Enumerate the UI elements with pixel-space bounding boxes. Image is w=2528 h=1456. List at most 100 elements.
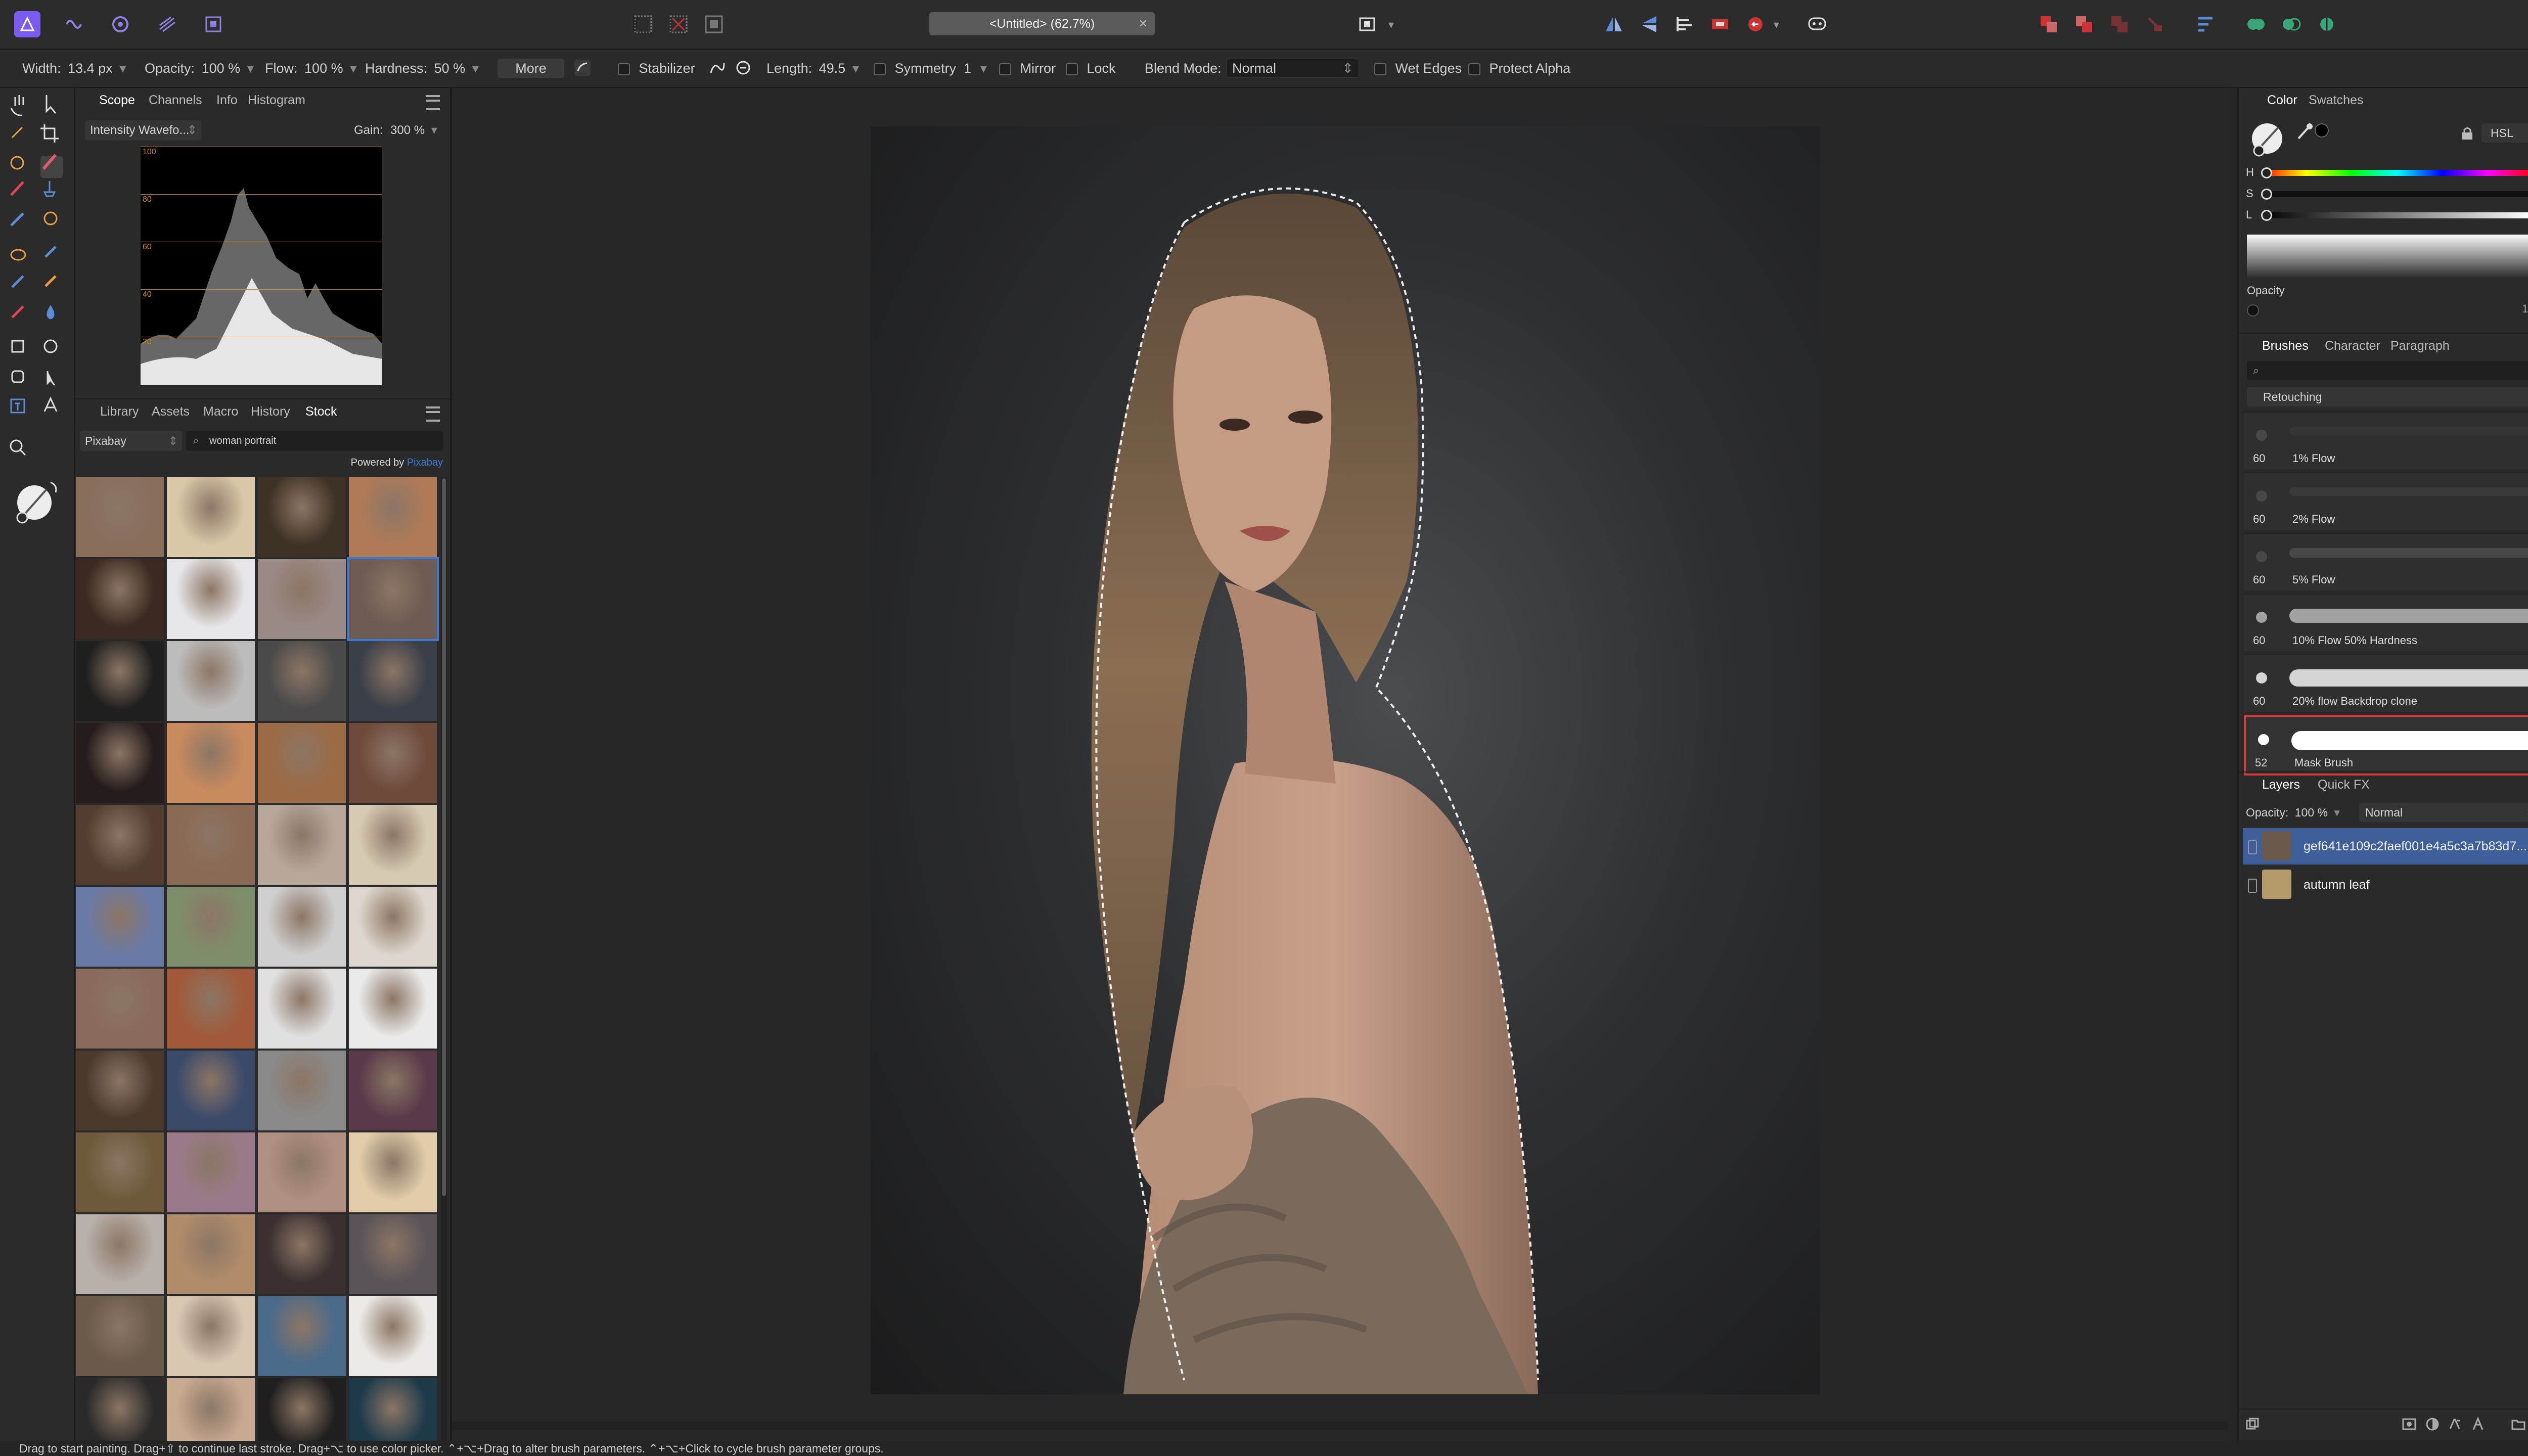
- layer-opacity-field[interactable]: 100 %: [2295, 806, 2328, 819]
- pixabay-link[interactable]: Pixabay: [407, 457, 443, 468]
- wet-edges-checkbox[interactable]: [1374, 63, 1386, 75]
- tab-info[interactable]: Info: [216, 93, 238, 108]
- symmetry-checkbox[interactable]: [874, 63, 886, 75]
- boolean-add-icon[interactable]: [2243, 11, 2269, 37]
- artistic-text-tool-icon[interactable]: [40, 398, 63, 421]
- tab-library[interactable]: Library: [100, 404, 139, 419]
- layer-expand-icon[interactable]: [2248, 840, 2257, 854]
- flow-field[interactable]: 100 %: [304, 61, 343, 76]
- clone-brush-tool-icon[interactable]: [40, 186, 63, 208]
- smudge-brush-tool-icon[interactable]: [40, 247, 63, 269]
- stock-thumbnail[interactable]: [258, 1214, 346, 1294]
- tab-history[interactable]: History: [251, 404, 290, 419]
- flip-vertical-icon[interactable]: [1636, 11, 1662, 37]
- stock-thumbnail[interactable]: [258, 641, 346, 721]
- color-model-select[interactable]: HSL ⇕: [2481, 123, 2528, 143]
- stock-thumbnail[interactable]: [167, 1378, 255, 1441]
- layer-blend-mode-select[interactable]: Normal ⇕: [2359, 803, 2528, 822]
- document-canvas[interactable]: [871, 126, 1820, 1394]
- chevron-down-icon[interactable]: ▾: [1388, 18, 1394, 31]
- panel-menu-icon[interactable]: [426, 95, 440, 110]
- stock-thumbnail[interactable]: [76, 1214, 164, 1294]
- blur-brush-tool-icon[interactable]: [9, 277, 31, 299]
- stock-thumbnail[interactable]: [76, 887, 164, 967]
- chevron-down-icon[interactable]: ▾: [119, 61, 126, 76]
- tab-histogram[interactable]: Histogram: [248, 93, 305, 108]
- brush-search-input[interactable]: ⌕: [2247, 361, 2528, 380]
- stock-thumbnail[interactable]: [349, 805, 437, 885]
- close-document-icon[interactable]: ✕: [1139, 12, 1148, 35]
- stock-thumbnail[interactable]: [76, 805, 164, 885]
- zoom-tool-icon[interactable]: [9, 435, 31, 457]
- quick-mask-icon[interactable]: [1354, 11, 1380, 37]
- stock-thumbnail[interactable]: [76, 1378, 164, 1441]
- tab-paragraph[interactable]: Paragraph: [2390, 339, 2450, 353]
- move-tool-icon[interactable]: [40, 95, 63, 117]
- assistant-icon[interactable]: [1804, 11, 1830, 37]
- tab-scope[interactable]: Scope: [99, 93, 135, 108]
- boolean-subtract-icon[interactable]: [2278, 11, 2305, 37]
- color-wells[interactable]: [2249, 118, 2289, 159]
- opacity-slider-knob[interactable]: [2247, 304, 2259, 316]
- live-filter-icon[interactable]: [2447, 1417, 2462, 1432]
- tab-macro[interactable]: Macro: [203, 404, 238, 419]
- stock-thumbnail[interactable]: [258, 1132, 346, 1212]
- align-icon[interactable]: [1672, 11, 1698, 37]
- stock-thumbnail[interactable]: [349, 1296, 437, 1376]
- lightness-slider[interactable]: [2261, 210, 2528, 221]
- chevron-down-icon[interactable]: ▾: [852, 61, 860, 76]
- color-wells[interactable]: [11, 477, 62, 528]
- panel-menu-icon[interactable]: [426, 406, 440, 422]
- stock-thumbnail[interactable]: [167, 805, 255, 885]
- stock-thumbnail[interactable]: [349, 477, 437, 557]
- picked-color-swatch[interactable]: [2315, 123, 2329, 138]
- chevron-down-icon[interactable]: ▾: [980, 61, 987, 76]
- move-back-icon[interactable]: [2106, 11, 2133, 37]
- opacity-value[interactable]: 100 %: [2522, 302, 2528, 315]
- node-tool-icon[interactable]: [40, 368, 63, 390]
- stock-thumbnail[interactable]: [76, 1296, 164, 1376]
- layer-row[interactable]: gef641e109c2faef001e4a5c3a7b83d7...: [2243, 828, 2528, 864]
- flip-horizontal-icon[interactable]: [1601, 11, 1627, 37]
- protect-alpha-checkbox[interactable]: [1468, 63, 1480, 75]
- brush-item[interactable]: 52 Mask Brush: [2244, 715, 2528, 776]
- stock-thumbnail[interactable]: [258, 1051, 346, 1130]
- send-to-back-icon[interactable]: [2142, 11, 2168, 37]
- dodge-brush-tool-icon[interactable]: [9, 216, 31, 239]
- stock-thumbnail[interactable]: [349, 1214, 437, 1294]
- brush-category-select[interactable]: Retouching ⇕: [2247, 387, 2528, 406]
- alignment-icon[interactable]: [2192, 11, 2219, 37]
- export-persona-icon[interactable]: [200, 11, 227, 37]
- layer-fx-icon[interactable]: [2470, 1417, 2486, 1432]
- chevron-down-icon[interactable]: ▾: [431, 123, 437, 137]
- saturation-slider-knob[interactable]: [2261, 189, 2272, 200]
- rope-mode-icon[interactable]: [708, 59, 726, 78]
- adjustment-layer-icon[interactable]: [2425, 1417, 2440, 1432]
- brush-item[interactable]: 60 20% flow Backdrop clone: [2244, 654, 2528, 712]
- crop-tool-icon[interactable]: [40, 125, 63, 148]
- stock-search-input[interactable]: ⌕ woman portrait: [186, 431, 443, 451]
- stock-thumbnail[interactable]: [349, 887, 437, 967]
- canvas-horizontal-scrollbar[interactable]: [452, 1422, 2228, 1430]
- stock-thumbnail[interactable]: [167, 1051, 255, 1130]
- stock-thumbnail[interactable]: [258, 1378, 346, 1441]
- chevron-down-icon[interactable]: ▾: [472, 61, 479, 76]
- affinity-photo-app-icon[interactable]: [14, 11, 40, 37]
- hue-slider[interactable]: [2261, 167, 2528, 178]
- inpainting-brush-tool-icon[interactable]: [40, 277, 63, 299]
- paint-brush-tool-icon[interactable]: [40, 156, 63, 178]
- stock-thumbnail[interactable]: [167, 1214, 255, 1294]
- scope-mode-select[interactable]: Intensity Wavefo... ⇕: [85, 120, 201, 141]
- symmetry-count-field[interactable]: 1: [964, 61, 971, 76]
- layer-expand-icon[interactable]: [2248, 879, 2257, 893]
- stock-thumbnail[interactable]: [76, 559, 164, 639]
- freehand-selection-tool-icon[interactable]: [9, 247, 31, 269]
- length-field[interactable]: 49.5: [819, 61, 846, 76]
- stock-thumbnail[interactable]: [258, 477, 346, 557]
- tab-channels[interactable]: Channels: [149, 93, 202, 108]
- stock-thumbnail[interactable]: [258, 887, 346, 967]
- document-tab[interactable]: <Untitled> (62.7%) ✕: [929, 12, 1155, 35]
- undo-icon[interactable]: [1742, 11, 1769, 37]
- window-mode-icon[interactable]: [734, 59, 752, 78]
- opacity-field[interactable]: 100 %: [202, 61, 241, 76]
